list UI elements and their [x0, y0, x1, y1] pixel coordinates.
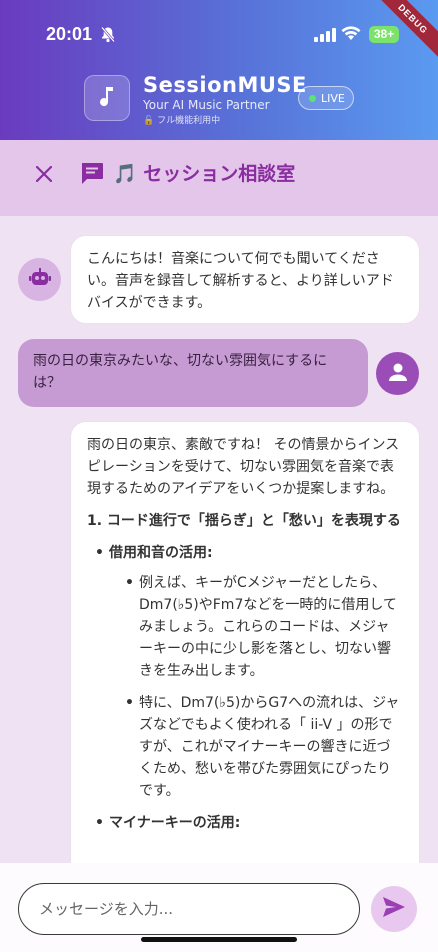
close-icon	[30, 165, 58, 192]
robot-icon	[28, 267, 51, 293]
bot-message: 雨の日の東京、素敵ですね！ その情景からインスピレーションを受けて、切ない雰囲気…	[70, 421, 420, 891]
home-indicator	[141, 937, 297, 942]
app-name: SessionMUSE	[143, 73, 307, 97]
music-note-icon	[97, 85, 117, 111]
bullet-icon: •	[125, 695, 134, 711]
feature-status: 🔓 フル機能利用中	[143, 116, 221, 126]
list-item: • 特に、Dm7(♭5)からG7への流れは、ジャズなどでもよく使われる「 ii-…	[87, 692, 403, 802]
live-badge: LIVE	[298, 86, 354, 110]
message-paragraph: 雨の日の東京、素敵ですね！ その情景からインスピレーションを受けて、切ない雰囲気…	[87, 437, 400, 497]
list-item: • マイナーキーの活用:	[87, 812, 403, 834]
status-bar: 20:01 38+	[0, 18, 438, 52]
user-message: 雨の日の東京みたいな、切ない雰囲気にするには？	[18, 339, 368, 407]
bot-avatar	[18, 258, 61, 301]
list-item: • 借用和音の活用:	[87, 542, 403, 564]
send-button[interactable]	[371, 886, 417, 932]
list-item: • 例えば、キーがCメジャーだとしたら、Dm7(♭5)やFm7などを一時的に借用…	[87, 572, 403, 682]
list-item-title: 借用和音の活用:	[109, 545, 213, 561]
list-item-title: マイナーキーの活用:	[109, 815, 241, 831]
send-icon	[382, 896, 406, 922]
bullet-icon: •	[95, 545, 104, 561]
wifi-icon	[341, 26, 361, 45]
status-time: 20:01	[46, 24, 93, 44]
person-icon	[387, 361, 409, 387]
bullet-icon: •	[125, 575, 134, 591]
list-item-text: 例えば、キーがCメジャーだとしたら、Dm7(♭5)やFm7などを一時的に借用して…	[139, 575, 397, 679]
page-title: 🎵 セッション相談室	[113, 163, 296, 185]
live-dot-icon	[309, 95, 316, 102]
live-label: LIVE	[321, 92, 345, 105]
battery-icon: 38+	[369, 26, 399, 43]
app-logo	[84, 75, 130, 121]
signal-icon	[314, 27, 336, 46]
bot-message: こんにちは！音楽について何でも聞いてください。音声を録音して解析すると、より詳し…	[70, 235, 420, 324]
bullet-icon: •	[95, 815, 104, 831]
chat-bubble-icon	[79, 160, 105, 190]
message-heading: 1. コード進行で「揺らぎ」と「愁い」を表現する	[87, 513, 401, 529]
message-input[interactable]	[18, 883, 360, 935]
bell-slash-icon	[100, 26, 116, 47]
app-tagline: Your AI Music Partner	[143, 98, 270, 112]
close-button[interactable]	[30, 160, 58, 188]
user-avatar	[376, 352, 419, 395]
list-item-text: 特に、Dm7(♭5)からG7への流れは、ジャズなどでもよく使われる「 ii-V …	[139, 695, 400, 799]
